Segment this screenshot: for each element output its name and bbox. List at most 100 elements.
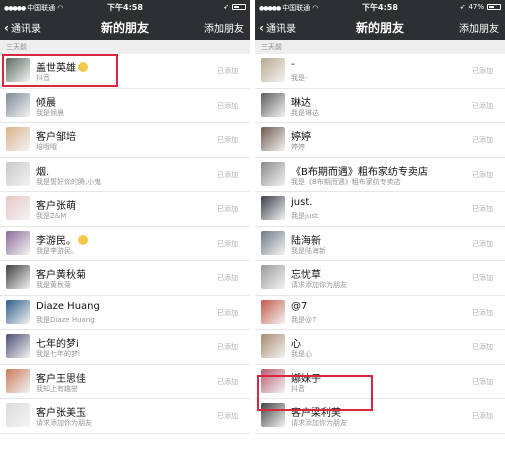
- contact-name: 《B布期而遇》粗布家纺专卖店: [291, 163, 428, 178]
- avatar: [6, 265, 30, 289]
- request-message: 培哦哦: [36, 143, 57, 151]
- avatar: [6, 230, 30, 255]
- list-item[interactable]: 客户张美玉 请求添加你为朋友 已添加: [0, 399, 250, 434]
- avatar: [6, 161, 30, 186]
- avatar: [6, 403, 30, 427]
- list-item[interactable]: 七年的梦i 我是七年的梦i 已添加: [0, 330, 250, 365]
- list-item[interactable]: 心我是心 已添加: [255, 330, 505, 365]
- contact-name: 客户黄秋菊: [36, 266, 86, 281]
- request-message: 请求添加你为朋友: [36, 419, 92, 427]
- status-added: 已添加: [472, 101, 493, 110]
- battery-percent: 47%: [468, 3, 484, 11]
- contact-name: 倾晨: [36, 94, 56, 109]
- request-message: 我是倾晨: [36, 108, 64, 117]
- contact-name: 烟.: [36, 163, 49, 178]
- avatar: [261, 368, 285, 393]
- avatar: [261, 299, 285, 324]
- avatar: [6, 368, 30, 393]
- avatar: [6, 58, 30, 82]
- list-item[interactable]: 婷婷 婷婷 已添加: [255, 123, 505, 158]
- contact-name: 盖世英雄: [36, 59, 88, 74]
- contact-name: 陆海新: [291, 232, 321, 247]
- list-item[interactable]: 客户张萌 我是Z&M 已添加: [0, 192, 250, 227]
- list-item[interactable]: 客户梁利芙 请求添加你为朋友 已添加: [255, 399, 505, 434]
- avatar: [6, 196, 30, 220]
- friend-request-list: 盖世英雄 抖音 已添加 倾晨 我是倾晨 已添加 客户邹培 培哦哦 已添加 烟. 我是誓好你的腾,小鬼…: [0, 54, 250, 434]
- status-time: 下午4:58: [107, 3, 143, 12]
- status-added: 已添加: [472, 308, 493, 317]
- request-message: 婷婷: [291, 143, 305, 151]
- contact-name: 忘忧草: [291, 266, 321, 281]
- list-item[interactable]: 倾晨 我是倾晨 已添加: [0, 89, 250, 123]
- list-item[interactable]: 娜妹子 抖音 已添加: [255, 365, 505, 399]
- contact-name: 七年的梦i: [36, 335, 79, 350]
- contact-name: 娜妹子: [291, 370, 321, 385]
- list-item[interactable]: 琳达 我是琳达 已添加: [255, 89, 505, 123]
- list-item[interactable]: 李游民。 我是李游民。 已添加: [0, 227, 250, 261]
- location-icon: ➶: [223, 3, 229, 11]
- request-message: 我是七年的梦i: [36, 350, 80, 358]
- contact-name: 客户张美玉: [36, 404, 86, 419]
- list-item[interactable]: 盖世英雄 抖音 已添加: [0, 54, 250, 89]
- avatar: [6, 299, 30, 324]
- section-header: 三天前: [0, 40, 250, 54]
- status-added: 已添加: [217, 101, 238, 110]
- screenshot-composite: ●●●●● 中国联通 ◠ 下午4:58 ➶ ‹ 通讯录 新的朋友 添加朋友 三天: [0, 0, 505, 457]
- status-added: 已添加: [472, 205, 493, 213]
- list-item[interactable]: 客户黄秋菊 我是黄秋菊 已添加: [0, 261, 250, 296]
- status-added: 已添加: [217, 308, 238, 317]
- status-added: 已添加: [217, 412, 238, 420]
- status-added: 已添加: [217, 343, 238, 351]
- section-header: 三天前: [255, 40, 505, 54]
- status-added: 已添加: [472, 170, 493, 179]
- list-item[interactable]: @7 我是@7 已添加: [255, 296, 505, 330]
- request-message: 我是Z&M: [36, 212, 67, 220]
- list-item[interactable]: Diaze Huang 我是Diaze Huang 已添加: [0, 296, 250, 330]
- list-item[interactable]: 忘忧草 请求添加你为朋友 已添加: [255, 261, 505, 296]
- contact-name-text: @7: [291, 300, 308, 312]
- contact-name-text: Diaze Huang: [36, 300, 100, 312]
- avatar: [261, 403, 285, 427]
- add-friend-button[interactable]: 添加朋友: [459, 20, 499, 35]
- list-item[interactable]: 客户王思佳 我知上有趣誉 已添加: [0, 365, 250, 399]
- contact-name: 客户邹培: [36, 128, 76, 143]
- smiley-emoji-icon: [78, 234, 88, 245]
- request-message: 我是-: [291, 74, 308, 82]
- avatar: [261, 230, 285, 255]
- request-message: 我是琳达: [291, 108, 319, 117]
- contact-name-text: -: [291, 59, 295, 70]
- status-added: 已添加: [472, 274, 493, 282]
- status-added: 已添加: [217, 377, 238, 386]
- request-message: 请求添加你为朋友: [291, 281, 347, 289]
- status-bar: ●●●●● 中国联通 ◠ 下午4:58 ➶ 47%: [255, 0, 505, 14]
- status-bar: ●●●●● 中国联通 ◠ 下午4:58 ➶: [0, 0, 250, 14]
- list-item[interactable]: 烟. 我是誓好你的腾,小鬼 已添加: [0, 158, 250, 192]
- status-added: 已添加: [217, 274, 238, 282]
- list-item[interactable]: just. 我是just. 已添加: [255, 192, 505, 227]
- list-item[interactable]: 客户邹培 培哦哦 已添加: [0, 123, 250, 158]
- location-icon: ➶: [459, 3, 466, 11]
- status-added: 已添加: [217, 239, 238, 248]
- battery-icon: [232, 4, 246, 10]
- avatar: [261, 92, 285, 117]
- contact-name: 婷婷: [291, 128, 311, 143]
- request-message: 抖音: [36, 74, 50, 82]
- contact-name: just.: [291, 197, 312, 208]
- nav-bar: ●●●●● 中国联通 ◠ 下午4:58 ➶ ‹ 通讯录 新的朋友 添加朋友: [0, 0, 250, 40]
- contact-name: 客户张萌: [36, 197, 76, 212]
- avatar: [261, 334, 285, 358]
- list-item[interactable]: - 我是- 已添加: [255, 54, 505, 89]
- request-message: 我是黄秋菊: [36, 281, 71, 289]
- contact-name: @7: [291, 301, 307, 312]
- contact-name: 客户王思佳: [36, 370, 86, 385]
- add-friend-button[interactable]: 添加朋友: [204, 20, 244, 35]
- contact-name: 琳达: [291, 94, 311, 109]
- list-item[interactable]: 《B布期而遇》粗布家纺专卖店 我是《B布期而遇》粗布家纺专卖店 已添加: [255, 158, 505, 192]
- avatar: [6, 127, 30, 151]
- avatar: [261, 196, 285, 220]
- request-message: 我是@7: [291, 315, 317, 324]
- list-item[interactable]: 陆海新 我是陆海新 已添加: [255, 227, 505, 261]
- status-added: 已添加: [472, 343, 493, 351]
- status-added: 已添加: [217, 170, 238, 179]
- contact-name-text: just.: [291, 197, 313, 208]
